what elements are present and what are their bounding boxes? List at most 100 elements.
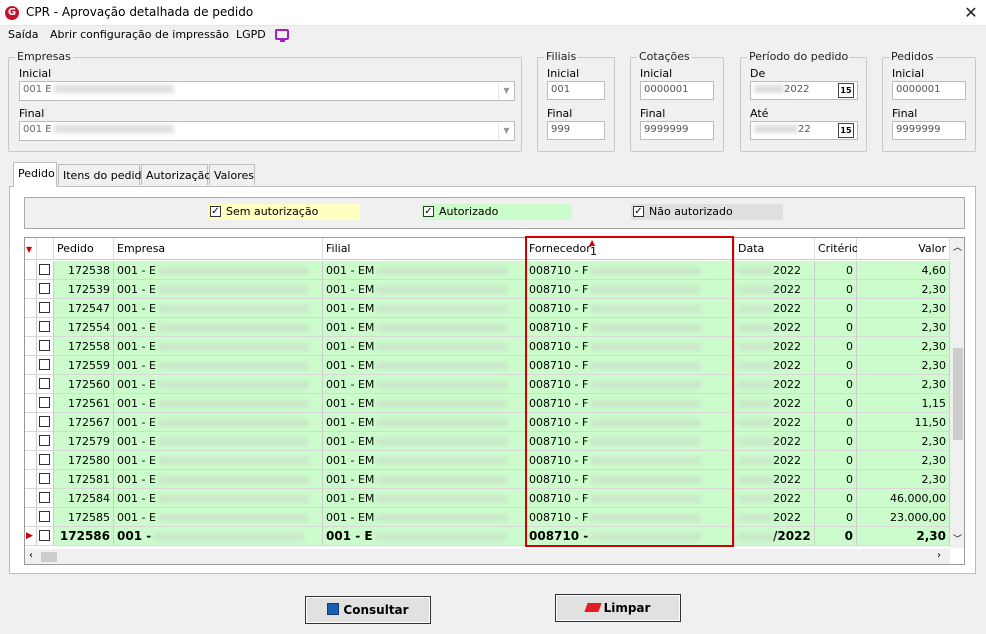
tab-valores[interactable]: Valores — [209, 164, 255, 185]
limpar-button[interactable]: Limpar — [555, 594, 681, 622]
row-checkbox[interactable] — [37, 432, 54, 451]
row-checkbox[interactable] — [37, 318, 54, 337]
row-indicator[interactable] — [25, 261, 37, 280]
checkbox[interactable] — [39, 416, 50, 427]
row-indicator-header[interactable]: ▼ — [25, 238, 37, 260]
column-criterio[interactable]: Critério — [815, 238, 859, 260]
select-column-header[interactable] — [37, 238, 54, 260]
checkbox[interactable] — [39, 454, 50, 465]
chevron-down-icon[interactable]: ﹀ — [953, 532, 962, 545]
checkbox[interactable] — [39, 359, 50, 370]
consultar-button[interactable]: Consultar — [305, 596, 431, 624]
cotacao-inicial-input[interactable]: 0000001 — [640, 81, 714, 100]
row-checkbox[interactable] — [37, 394, 54, 413]
legend-nao-checkbox[interactable]: ✓ — [633, 206, 644, 217]
row-indicator[interactable] — [25, 375, 37, 394]
legend-autorizado[interactable]: ✓ Autorizado — [421, 204, 572, 220]
checkbox[interactable] — [39, 492, 50, 503]
row-checkbox[interactable] — [37, 470, 54, 489]
pedido-final-input[interactable]: 9999999 — [892, 121, 966, 140]
cotacao-final-input[interactable]: 9999999 — [640, 121, 714, 140]
row-indicator[interactable] — [25, 394, 37, 413]
column-data[interactable]: Data — [735, 238, 815, 260]
table-row[interactable]: 172554 001 - E 001 - EM 008710 - F 2022 0 2,30 — [25, 318, 950, 337]
table-row[interactable]: 172567 001 - E 001 - EM 008710 - F 2022 0 11,5… — [25, 413, 950, 432]
checkbox[interactable] — [39, 511, 50, 522]
row-checkbox[interactable] — [37, 280, 54, 299]
row-indicator[interactable] — [25, 413, 37, 432]
horizontal-scroll-thumb[interactable] — [41, 552, 57, 562]
checkbox[interactable] — [39, 473, 50, 484]
table-row[interactable]: ▶ 172586 001 -001 - E 008710 -/2022 0 2,30 — [25, 527, 950, 546]
row-indicator[interactable] — [25, 432, 37, 451]
menu-exit[interactable]: Saída — [8, 28, 39, 41]
checkbox[interactable] — [39, 302, 50, 313]
table-row[interactable]: 172585 001 - E 001 - EM 008710 - F 2022 0 23.0… — [25, 508, 950, 527]
checkbox[interactable] — [39, 435, 50, 446]
chevron-up-icon[interactable]: ︿ — [953, 240, 962, 253]
row-checkbox[interactable] — [37, 337, 54, 356]
pedido-inicial-input[interactable]: 0000001 — [892, 81, 966, 100]
row-checkbox[interactable] — [37, 261, 54, 280]
row-indicator[interactable] — [25, 356, 37, 375]
table-row[interactable]: 172538 001 - E 001 - EM 008710 - F 2022 0 4,60 — [25, 261, 950, 280]
checkbox[interactable] — [39, 530, 50, 541]
table-row[interactable]: 172584 001 - E 001 - EM 008710 - F 2022 0 46.0… — [25, 489, 950, 508]
row-indicator[interactable]: ▶ — [25, 527, 37, 546]
orders-grid[interactable]: ▼ Pedido Empresa Filial Fornecedor ▲ 1 D… — [24, 237, 965, 565]
row-checkbox[interactable] — [37, 508, 54, 527]
row-checkbox[interactable] — [37, 356, 54, 375]
filial-inicial-input[interactable]: 001 — [547, 81, 605, 100]
row-indicator[interactable] — [25, 489, 37, 508]
column-pedido[interactable]: Pedido — [54, 238, 114, 260]
table-row[interactable]: 172547 001 - E 001 - EM 008710 - F 2022 0 2,30 — [25, 299, 950, 318]
row-checkbox[interactable] — [37, 527, 54, 546]
filial-final-input[interactable]: 999 — [547, 121, 605, 140]
table-row[interactable]: 172579 001 - E 001 - EM 008710 - F 2022 0 2,30 — [25, 432, 950, 451]
checkbox[interactable] — [39, 397, 50, 408]
column-empresa[interactable]: Empresa — [114, 238, 323, 260]
menu-lgpd[interactable]: LGPD — [236, 28, 266, 41]
row-indicator[interactable] — [25, 508, 37, 527]
table-row[interactable]: 172559 001 - E 001 - EM 008710 - F 2022 0 2,30 — [25, 356, 950, 375]
checkbox[interactable] — [39, 378, 50, 389]
table-row[interactable]: 172539 001 - E 001 - EM 008710 - F 2022 0 2,30 — [25, 280, 950, 299]
tab-pedido[interactable]: Pedido — [13, 162, 57, 187]
row-indicator[interactable] — [25, 451, 37, 470]
row-checkbox[interactable] — [37, 413, 54, 432]
checkbox[interactable] — [39, 283, 50, 294]
chevron-right-icon[interactable]: › — [937, 550, 941, 561]
table-row[interactable]: 172580 001 - E 001 - EM 008710 - F 2022 0 2,30 — [25, 451, 950, 470]
column-filial[interactable]: Filial — [323, 238, 526, 260]
row-checkbox[interactable] — [37, 299, 54, 318]
table-row[interactable]: 172558 001 - E 001 - EM 008710 - F 2022 0 2,30 — [25, 337, 950, 356]
row-indicator[interactable] — [25, 470, 37, 489]
checkbox[interactable] — [39, 321, 50, 332]
row-indicator[interactable] — [25, 337, 37, 356]
close-icon[interactable]: ✕ — [961, 3, 981, 23]
menu-print-config[interactable]: Abrir configuração de impressão — [50, 28, 229, 41]
monitor-icon[interactable] — [275, 29, 289, 42]
checkbox[interactable] — [39, 264, 50, 275]
row-indicator[interactable] — [25, 280, 37, 299]
row-checkbox[interactable] — [37, 489, 54, 508]
chevron-down-icon[interactable]: ▼ — [498, 82, 514, 100]
vertical-scroll-thumb[interactable] — [953, 348, 963, 440]
row-indicator[interactable] — [25, 318, 37, 337]
table-row[interactable]: 172561 001 - E 001 - EM 008710 - F 2022 0 1,15 — [25, 394, 950, 413]
row-checkbox[interactable] — [37, 375, 54, 394]
calendar-icon[interactable]: 15 — [838, 123, 854, 138]
checkbox[interactable] — [39, 340, 50, 351]
table-row[interactable]: 172581 001 - E 001 - EM 008710 - F 2022 0 2,30 — [25, 470, 950, 489]
legend-autorizado-checkbox[interactable]: ✓ — [423, 206, 434, 217]
tab-autorizacao[interactable]: Autorização — [141, 164, 211, 185]
chevron-left-icon[interactable]: ‹ — [29, 550, 33, 561]
calendar-icon[interactable]: 15 — [838, 83, 854, 98]
tab-itens-do-pedido[interactable]: Itens do pedido — [58, 164, 148, 185]
row-indicator[interactable] — [25, 299, 37, 318]
legend-nao-autorizado[interactable]: ✓ Não autorizado — [631, 204, 783, 220]
table-row[interactable]: 172560 001 - E 001 - EM 008710 - F 2022 0 2,30 — [25, 375, 950, 394]
column-valor[interactable]: Valor — [857, 238, 950, 260]
row-checkbox[interactable] — [37, 451, 54, 470]
empresa-inicial-select[interactable]: 001 E ▼ — [19, 81, 515, 101]
